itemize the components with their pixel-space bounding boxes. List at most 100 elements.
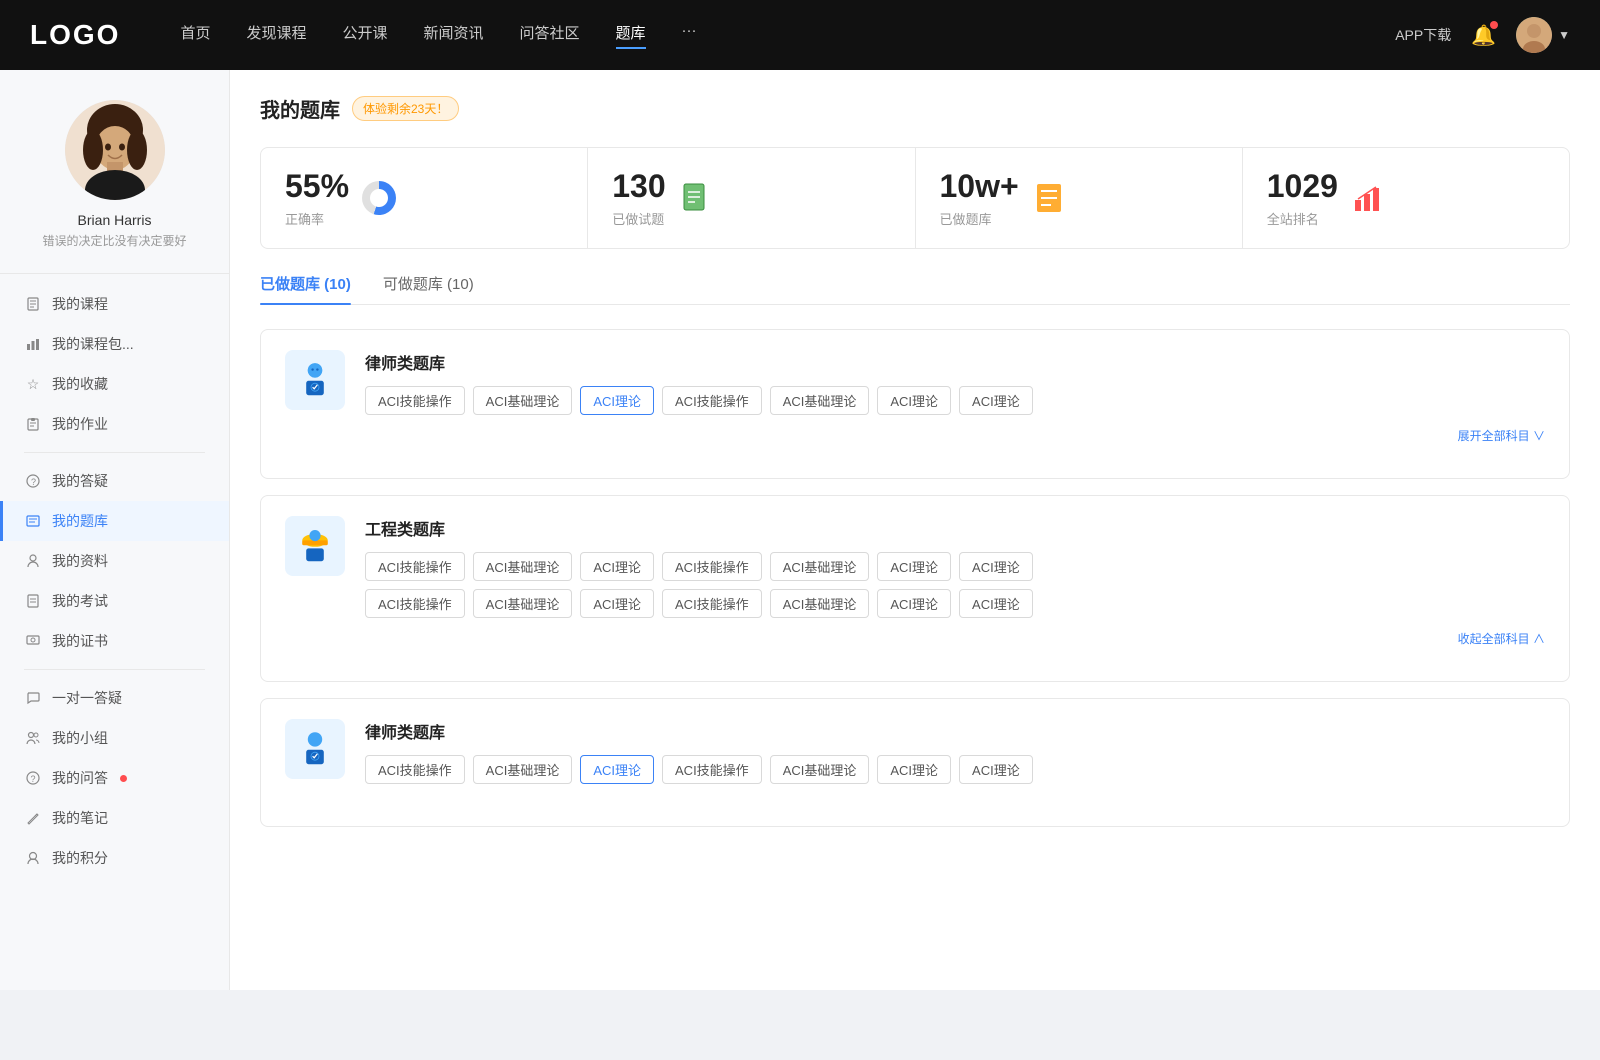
tag[interactable]: ACI理论 xyxy=(877,552,951,581)
nav-home[interactable]: 首页 xyxy=(180,22,210,49)
tag[interactable]: ACI技能操作 xyxy=(662,589,762,618)
svg-text:?: ? xyxy=(31,774,36,784)
stat-done-questions: 130 已做试题 xyxy=(588,148,915,248)
sidebar-item-questions[interactable]: ? 我的问答 xyxy=(0,758,229,798)
sidebar-item-one-on-one[interactable]: 一对一答疑 xyxy=(0,678,229,718)
nav-news[interactable]: 新闻资讯 xyxy=(424,22,484,49)
avatar-image xyxy=(65,100,165,200)
nav-qa[interactable]: 问答社区 xyxy=(520,22,580,49)
category-lawyer-2: 律师类题库 ACI技能操作 ACI基础理论 ACI理论 ACI技能操作 ACI基… xyxy=(260,698,1570,827)
tab-available-banks[interactable]: 可做题库 (10) xyxy=(383,273,474,304)
tags-row-lawyer-1: ACI技能操作 ACI基础理论 ACI理论 ACI技能操作 ACI基础理论 AC… xyxy=(365,386,1545,415)
group-icon xyxy=(24,729,42,747)
tag[interactable]: ACI技能操作 xyxy=(662,552,762,581)
sidebar-item-points[interactable]: 我的积分 xyxy=(0,838,229,878)
sidebar-item-qa[interactable]: ? 我的答疑 xyxy=(0,461,229,501)
menu-divider-2 xyxy=(24,669,205,670)
tag[interactable]: ACI理论 xyxy=(580,589,654,618)
tags-row-lawyer-2: ACI技能操作 ACI基础理论 ACI理论 ACI技能操作 ACI基础理论 AC… xyxy=(365,755,1545,784)
lawyer-icon xyxy=(285,350,345,410)
tag[interactable]: ACI技能操作 xyxy=(365,755,465,784)
cert-icon xyxy=(24,632,42,650)
bar-chart-red-icon xyxy=(1350,180,1386,216)
tag[interactable]: ACI技能操作 xyxy=(662,386,762,415)
sidebar-item-my-courses[interactable]: 我的课程 xyxy=(0,284,229,324)
tag[interactable]: ACI基础理论 xyxy=(770,589,870,618)
main-content: 我的题库 体验剩余23天！ 55% 正确率 130 xyxy=(230,70,1600,990)
sidebar-menu: 我的课程 我的课程包... ☆ 我的收藏 我的作业 ? xyxy=(0,274,229,888)
user-menu[interactable]: ▼ xyxy=(1516,17,1570,53)
collapse-link-engineer[interactable]: 收起全部科目 ∧ xyxy=(365,626,1545,647)
chat-icon xyxy=(24,689,42,707)
sidebar-item-homework[interactable]: 我的作业 xyxy=(0,404,229,444)
sidebar-item-label: 我的资料 xyxy=(52,551,108,571)
sidebar-item-notes[interactable]: 我的笔记 xyxy=(0,798,229,838)
tag[interactable]: ACI基础理论 xyxy=(770,386,870,415)
trial-badge: 体验剩余23天！ xyxy=(352,96,459,121)
sidebar-item-course-package[interactable]: 我的课程包... xyxy=(0,324,229,364)
tag[interactable]: ACI理论 xyxy=(959,589,1033,618)
tag[interactable]: ACI理论 xyxy=(580,552,654,581)
nav-more[interactable]: ··· xyxy=(682,22,697,49)
engineer-icon xyxy=(285,516,345,576)
stat-done-banks-value: 10w+ xyxy=(940,168,1019,205)
main-layout: Brian Harris 错误的决定比没有决定要好 我的课程 我的课程包... … xyxy=(0,70,1600,990)
nav-quiz[interactable]: 题库 xyxy=(616,22,646,49)
profile-icon xyxy=(24,552,42,570)
tag[interactable]: ACI基础理论 xyxy=(473,589,573,618)
category-engineer: 工程类题库 ACI技能操作 ACI基础理论 ACI理论 ACI技能操作 ACI基… xyxy=(260,495,1570,682)
notes-icon xyxy=(24,809,42,827)
tag[interactable]: ACI基础理论 xyxy=(770,552,870,581)
expand-link-lawyer-1[interactable]: 展开全部科目 ∨ xyxy=(365,423,1545,444)
tag[interactable]: ACI理论 xyxy=(959,386,1033,415)
sidebar-item-favorites[interactable]: ☆ 我的收藏 xyxy=(0,364,229,404)
app-download-link[interactable]: APP下载 xyxy=(1395,25,1451,45)
stat-accuracy: 55% 正确率 xyxy=(261,148,588,248)
tags-row-engineer-2: ACI技能操作 ACI基础理论 ACI理论 ACI技能操作 ACI基础理论 AC… xyxy=(365,589,1545,618)
sidebar-item-group[interactable]: 我的小组 xyxy=(0,718,229,758)
quiz-icon xyxy=(24,512,42,530)
tag[interactable]: ACI基础理论 xyxy=(473,386,573,415)
sidebar: Brian Harris 错误的决定比没有决定要好 我的课程 我的课程包... … xyxy=(0,70,230,990)
tab-done-banks[interactable]: 已做题库 (10) xyxy=(260,273,351,304)
stat-done-banks-label: 已做题库 xyxy=(940,209,1019,228)
svg-text:?: ? xyxy=(31,477,36,487)
notification-bell-icon[interactable]: 🔔 xyxy=(1471,23,1496,48)
sidebar-item-label: 我的答疑 xyxy=(52,471,108,491)
exam-icon xyxy=(24,592,42,610)
points-icon xyxy=(24,849,42,867)
tag[interactable]: ACI理论 xyxy=(877,755,951,784)
tag[interactable]: ACI技能操作 xyxy=(662,755,762,784)
category-lawyer-1: 律师类题库 ACI技能操作 ACI基础理论 ACI理论 ACI技能操作 ACI基… xyxy=(260,329,1570,479)
page-header: 我的题库 体验剩余23天！ xyxy=(260,94,1570,123)
tag-active[interactable]: ACI理论 xyxy=(580,386,654,415)
stat-rank-label: 全站排名 xyxy=(1267,209,1338,228)
tag[interactable]: ACI技能操作 xyxy=(365,552,465,581)
tag[interactable]: ACI理论 xyxy=(959,552,1033,581)
tag[interactable]: ACI理论 xyxy=(877,386,951,415)
sidebar-item-profile[interactable]: 我的资料 xyxy=(0,541,229,581)
tag[interactable]: ACI理论 xyxy=(959,755,1033,784)
lawyer2-icon xyxy=(285,719,345,779)
stat-done-questions-value: 130 xyxy=(612,168,665,205)
nav-discover[interactable]: 发现课程 xyxy=(246,22,306,49)
tag[interactable]: ACI理论 xyxy=(877,589,951,618)
tag[interactable]: ACI基础理论 xyxy=(473,755,573,784)
document-icon xyxy=(24,295,42,313)
sidebar-item-label: 我的证书 xyxy=(52,631,108,651)
tag[interactable]: ACI基础理论 xyxy=(770,755,870,784)
tabs-row: 已做题库 (10) 可做题库 (10) xyxy=(260,273,1570,305)
tag[interactable]: ACI基础理论 xyxy=(473,552,573,581)
list-orange-icon xyxy=(1031,180,1067,216)
stat-accuracy-label: 正确率 xyxy=(285,209,349,228)
tag[interactable]: ACI技能操作 xyxy=(365,589,465,618)
sidebar-item-label: 我的作业 xyxy=(52,414,108,434)
main-nav: 首页 发现课程 公开课 新闻资讯 问答社区 题库 ··· xyxy=(180,22,1395,49)
nav-open-course[interactable]: 公开课 xyxy=(342,22,387,49)
tag-active[interactable]: ACI理论 xyxy=(580,755,654,784)
sidebar-item-quiz[interactable]: 我的题库 xyxy=(0,501,229,541)
tag[interactable]: ACI技能操作 xyxy=(365,386,465,415)
sidebar-item-exam[interactable]: 我的考试 xyxy=(0,581,229,621)
sidebar-item-label: 我的收藏 xyxy=(52,374,108,394)
sidebar-item-certificate[interactable]: 我的证书 xyxy=(0,621,229,661)
